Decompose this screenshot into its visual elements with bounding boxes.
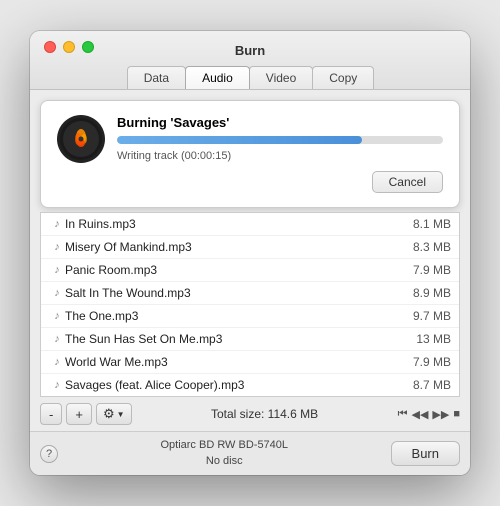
playback-controls: ⏮ ◀◀ ▶▶ ■ [398, 408, 460, 421]
progress-bar-container [117, 136, 443, 144]
list-item: ♪ Misery Of Mankind.mp3 8.3 MB [41, 236, 459, 259]
tab-audio[interactable]: Audio [185, 66, 250, 89]
file-list: ♪ In Ruins.mp3 8.1 MB ♪ Misery Of Mankin… [40, 212, 460, 397]
stop-icon[interactable]: ■ [453, 408, 460, 420]
add-button[interactable]: + [66, 403, 92, 425]
file-name: Misery Of Mankind.mp3 [65, 240, 405, 254]
help-button[interactable]: ? [40, 445, 58, 463]
file-name: Panic Room.mp3 [65, 263, 405, 277]
burning-title: Burning 'Savages' [117, 115, 443, 130]
list-item: ♪ World War Me.mp3 7.9 MB [41, 351, 459, 374]
file-size: 9.7 MB [413, 309, 451, 323]
rewind-icon[interactable]: ◀◀ [412, 408, 429, 421]
file-size: 8.9 MB [413, 286, 451, 300]
music-note-icon: ♪ [49, 239, 65, 255]
close-button[interactable] [44, 41, 56, 53]
list-item: ♪ Salt In The Wound.mp3 8.9 MB [41, 282, 459, 305]
tab-bar: Data Audio Video Copy [44, 66, 456, 89]
maximize-button[interactable] [82, 41, 94, 53]
settings-button[interactable]: ⚙ ▼ [96, 403, 132, 425]
fast-forward-icon[interactable]: ▶▶ [432, 408, 449, 421]
list-item: ♪ The Sun Has Set On Me.mp3 13 MB [41, 328, 459, 351]
progress-content: Burning 'Savages' Writing track (00:00:1… [117, 115, 443, 162]
file-size: 8.1 MB [413, 217, 451, 231]
music-note-icon: ♪ [49, 308, 65, 324]
list-item: ♪ Panic Room.mp3 7.9 MB [41, 259, 459, 282]
file-size: 8.7 MB [413, 378, 451, 392]
burn-disc-icon [57, 115, 105, 163]
music-note-icon: ♪ [49, 354, 65, 370]
file-size: 7.9 MB [413, 263, 451, 277]
burn-button[interactable]: Burn [391, 441, 460, 466]
skip-back-icon[interactable]: ⏮ [398, 408, 408, 421]
remove-button[interactable]: - [40, 403, 62, 425]
title-bar: Burn Data Audio Video Copy [30, 31, 470, 90]
list-item: ♪ The One.mp3 9.7 MB [41, 305, 459, 328]
total-size-label: Total size: 114.6 MB [136, 407, 394, 421]
file-size: 7.9 MB [413, 355, 451, 369]
tab-data[interactable]: Data [127, 66, 186, 89]
file-name: The Sun Has Set On Me.mp3 [65, 332, 408, 346]
disc-name: Optiarc BD RW BD-5740L [58, 438, 391, 453]
list-item: ♪ Savages (feat. Alice Cooper).mp3 8.7 M… [41, 374, 459, 396]
minimize-button[interactable] [63, 41, 75, 53]
burn-window: Burn Data Audio Video Copy [30, 31, 470, 475]
file-name: In Ruins.mp3 [65, 217, 405, 231]
music-note-icon: ♪ [49, 331, 65, 347]
gear-icon: ⚙ [103, 406, 115, 422]
progress-bar-fill [117, 136, 362, 144]
chevron-down-icon: ▼ [117, 410, 125, 419]
cancel-button[interactable]: Cancel [372, 171, 443, 193]
footer: ? Optiarc BD RW BD-5740L No disc Burn [30, 431, 470, 475]
file-name: The One.mp3 [65, 309, 405, 323]
file-name: Salt In The Wound.mp3 [65, 286, 405, 300]
file-name: Savages (feat. Alice Cooper).mp3 [65, 378, 405, 392]
music-note-icon: ♪ [49, 285, 65, 301]
file-name: World War Me.mp3 [65, 355, 405, 369]
tab-video[interactable]: Video [249, 66, 313, 89]
tab-copy[interactable]: Copy [312, 66, 374, 89]
bottom-toolbar: - + ⚙ ▼ Total size: 114.6 MB ⏮ ◀◀ ▶▶ ■ [30, 397, 470, 431]
progress-status: Writing track (00:00:15) [117, 150, 443, 162]
file-size: 8.3 MB [413, 240, 451, 254]
file-size: 13 MB [416, 332, 451, 346]
disc-info: Optiarc BD RW BD-5740L No disc [58, 438, 391, 469]
list-item: ♪ In Ruins.mp3 8.1 MB [41, 213, 459, 236]
music-note-icon: ♪ [49, 216, 65, 232]
disc-status: No disc [58, 454, 391, 469]
window-title: Burn [44, 43, 456, 58]
music-note-icon: ♪ [49, 262, 65, 278]
music-note-icon: ♪ [49, 377, 65, 393]
progress-dialog: Burning 'Savages' Writing track (00:00:1… [40, 100, 460, 208]
